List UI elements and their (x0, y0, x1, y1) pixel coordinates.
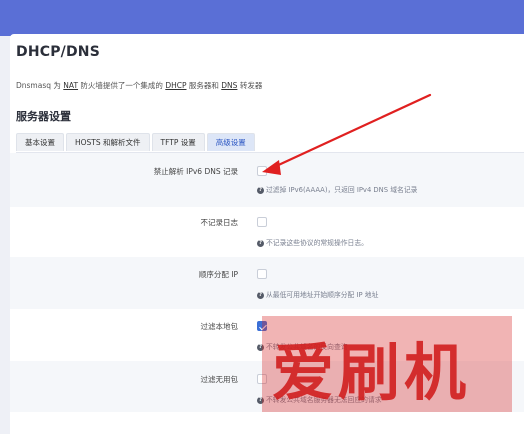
watermark-text: 爱刷机 (272, 336, 471, 409)
arrow-shaft (270, 93, 432, 170)
arrow-head (262, 160, 281, 175)
watermark: 爱刷机 (262, 316, 512, 412)
